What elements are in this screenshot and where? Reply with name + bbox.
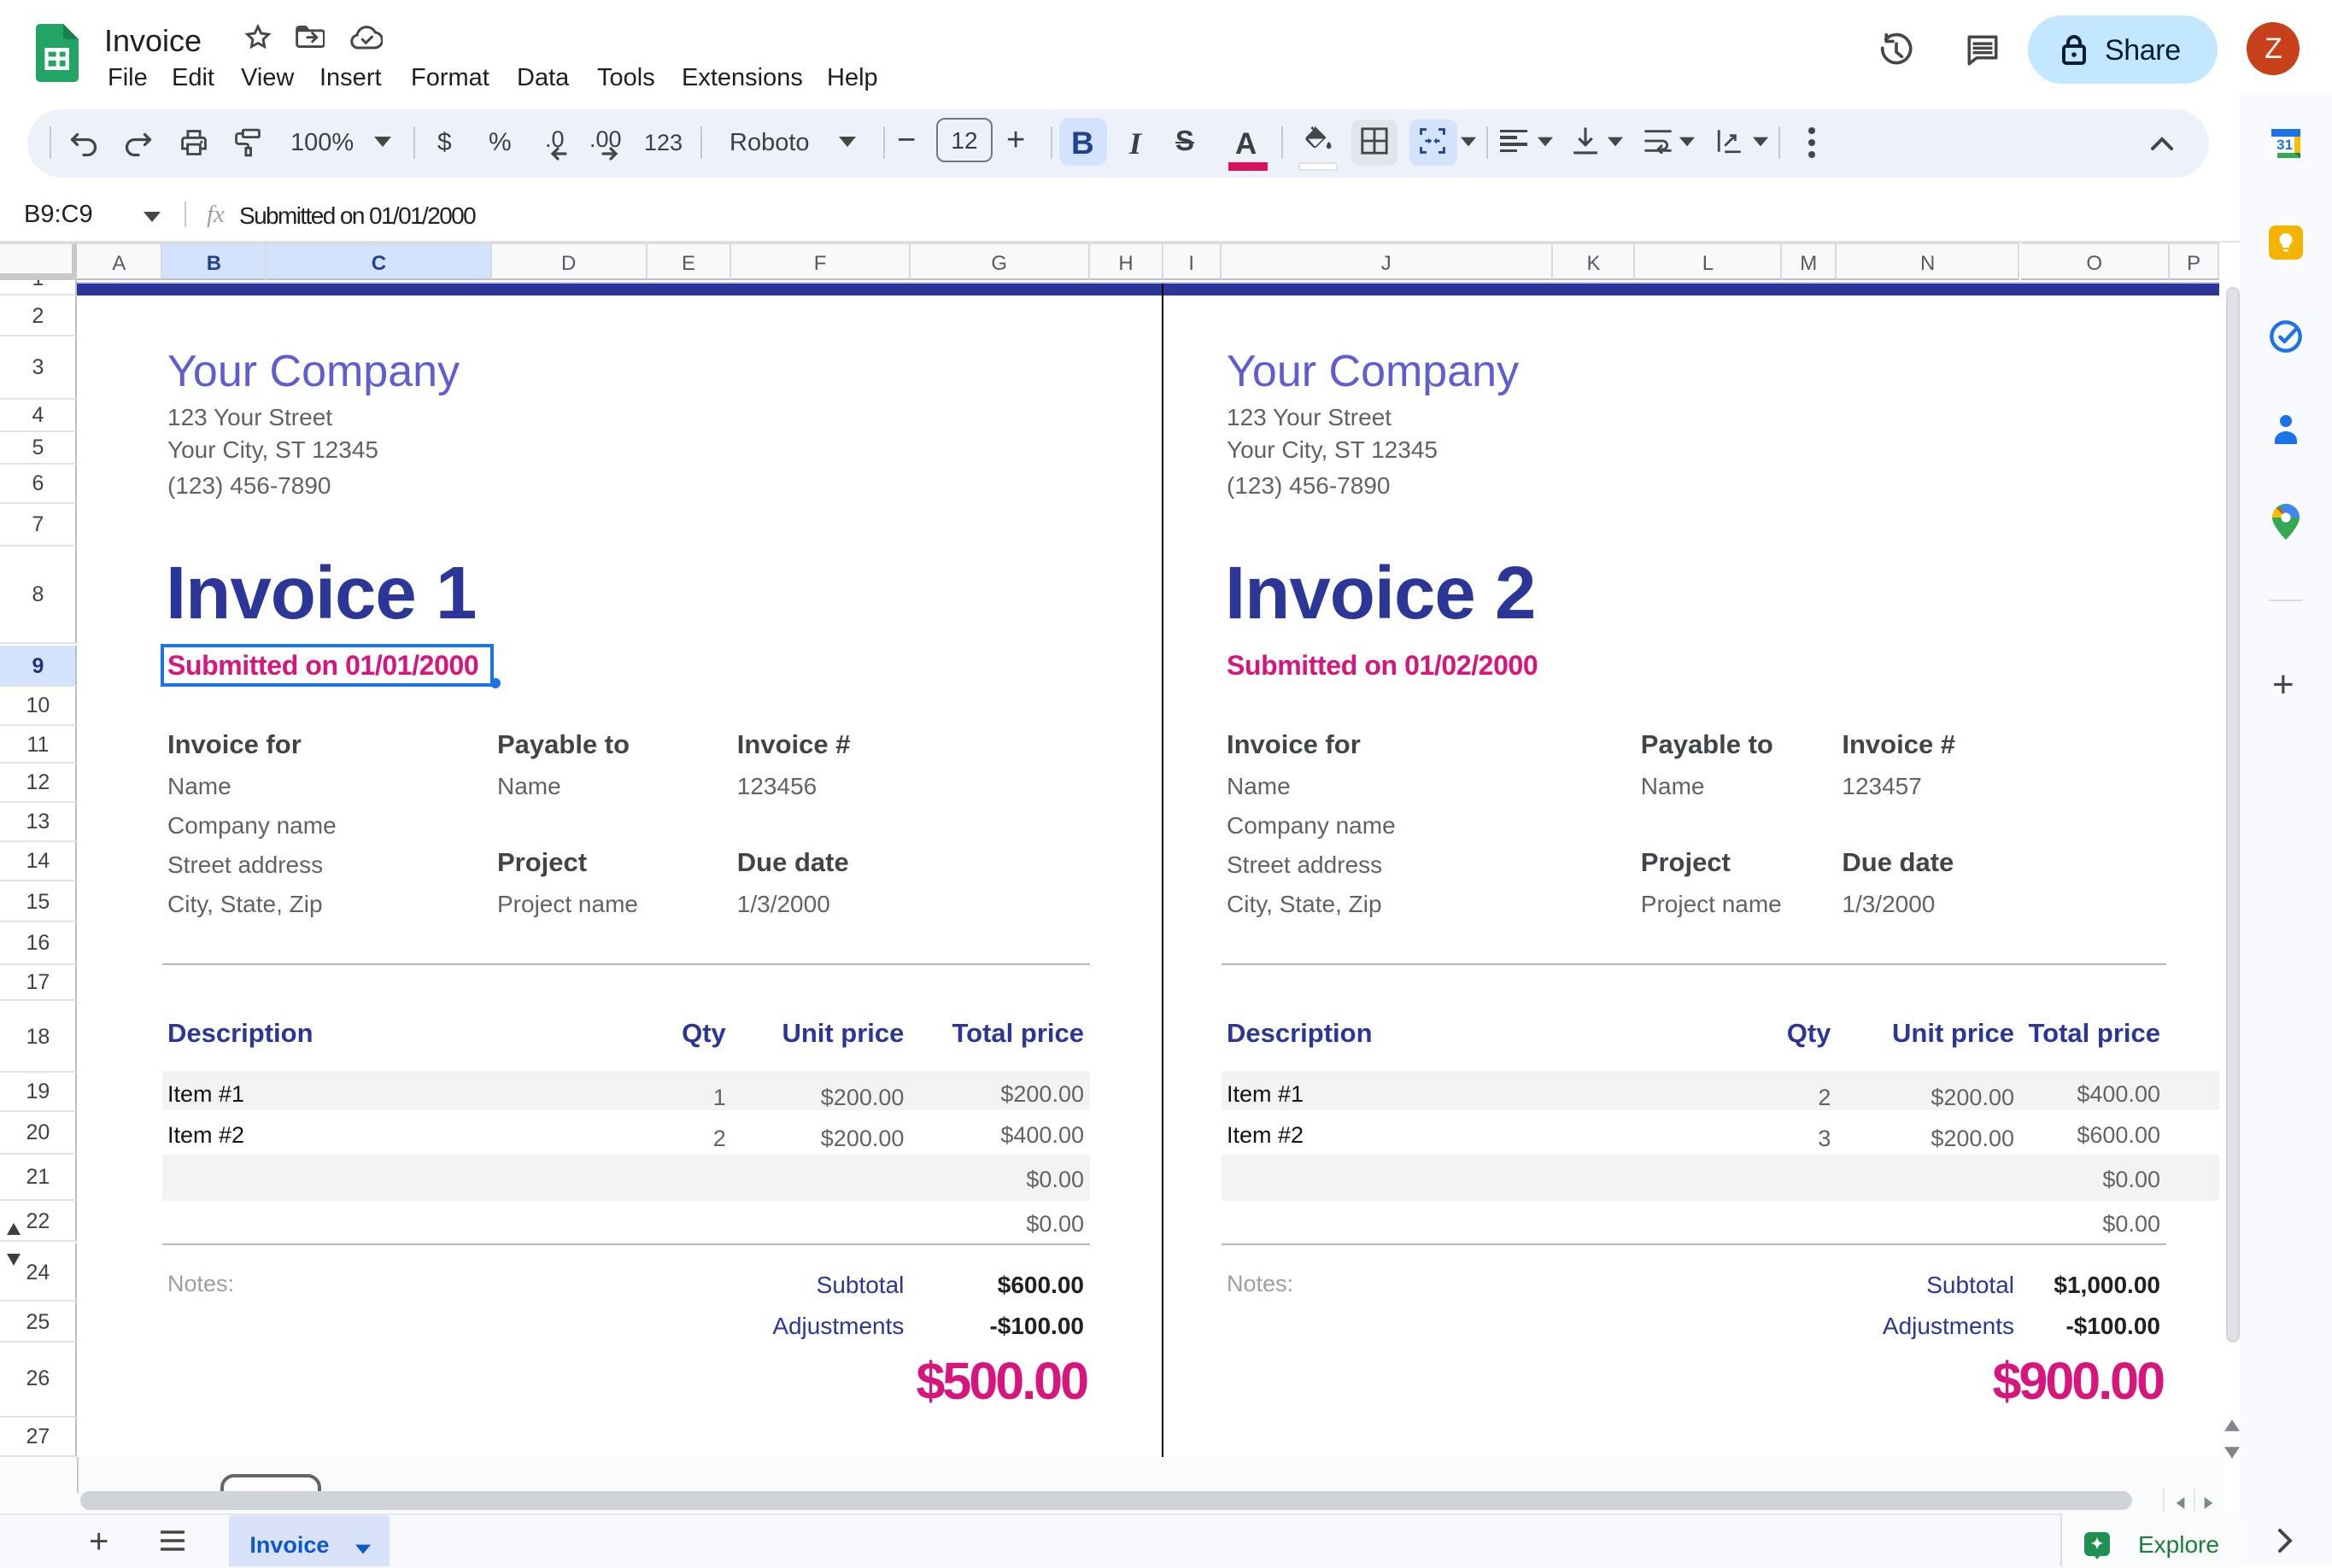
svg-text:31: 31 [2276,137,2293,153]
